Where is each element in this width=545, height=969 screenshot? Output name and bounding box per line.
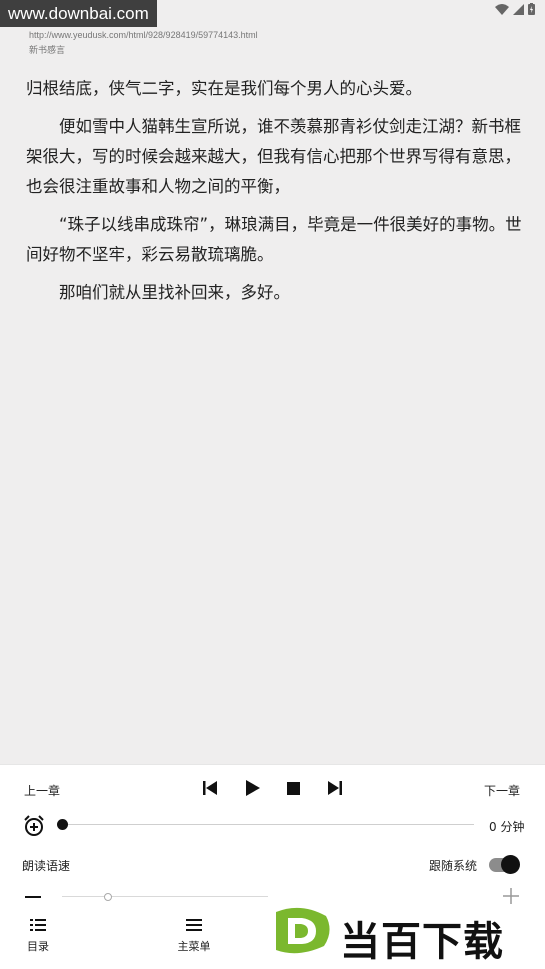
paragraph: “珠子以线串成珠帘”，琳琅满目，毕竟是一件很美好的事物。世间好物不坚牢，彩云易散… [26,215,522,264]
menu-icon [186,919,202,931]
reading-content: 归根结底，侠气二字，实在是我们每个男人的心头爱。 便如雪中人猫韩生宣所说，谁不羡… [26,74,526,316]
nav-toc[interactable]: 目录 [24,919,52,954]
paragraph: 归根结底，侠气二字，实在是我们每个男人的心头爱。 [26,79,422,98]
signal-icon [513,3,524,15]
skip-next-icon[interactable] [328,781,342,795]
status-bar-icons [495,3,535,15]
page-url: http://www.yeudusk.com/html/928/928419/5… [29,30,258,40]
timer-value: 0 分钟 [489,820,525,834]
skip-previous-icon[interactable] [203,781,217,795]
nav-main-menu-label: 主菜单 [177,940,211,953]
brand-watermark: 当百下载 [268,903,545,965]
chapter-title: 新书感言 [29,46,66,56]
brand-text: 当百下载 [340,919,504,965]
speed-increase-icon[interactable] [503,888,519,904]
brand-logo-icon [276,907,330,954]
nav-toc-label: 目录 [27,940,49,953]
nav-main-menu[interactable]: 主菜单 [175,919,213,954]
list-icon [30,919,46,931]
speed-slider-thumb[interactable] [104,893,112,901]
timer-slider-thumb[interactable] [57,819,68,830]
speed-slider-track[interactable] [62,896,268,897]
speed-decrease-icon[interactable] [25,896,41,898]
wifi-icon [495,3,509,15]
timer-slider-track[interactable] [62,824,474,825]
watermark-banner: www.downbai.com [0,0,157,27]
follow-system-label: 跟随系统 [429,859,478,873]
paragraph: 那咱们就从里找补回来，多好。 [59,283,290,302]
play-icon[interactable] [246,780,260,796]
prev-chapter-button[interactable]: 上一章 [24,782,60,799]
next-chapter-button[interactable]: 下一章 [484,782,520,799]
speed-label: 朗读语速 [22,859,71,873]
alarm-icon[interactable] [23,815,45,837]
stop-icon[interactable] [287,782,300,795]
battery-icon [528,3,535,15]
follow-system-toggle-knob[interactable] [501,855,520,874]
paragraph: 便如雪中人猫韩生宣所说，谁不羡慕那青衫仗剑走江湖？新书框架很大，写的时候会越来越… [26,117,521,196]
